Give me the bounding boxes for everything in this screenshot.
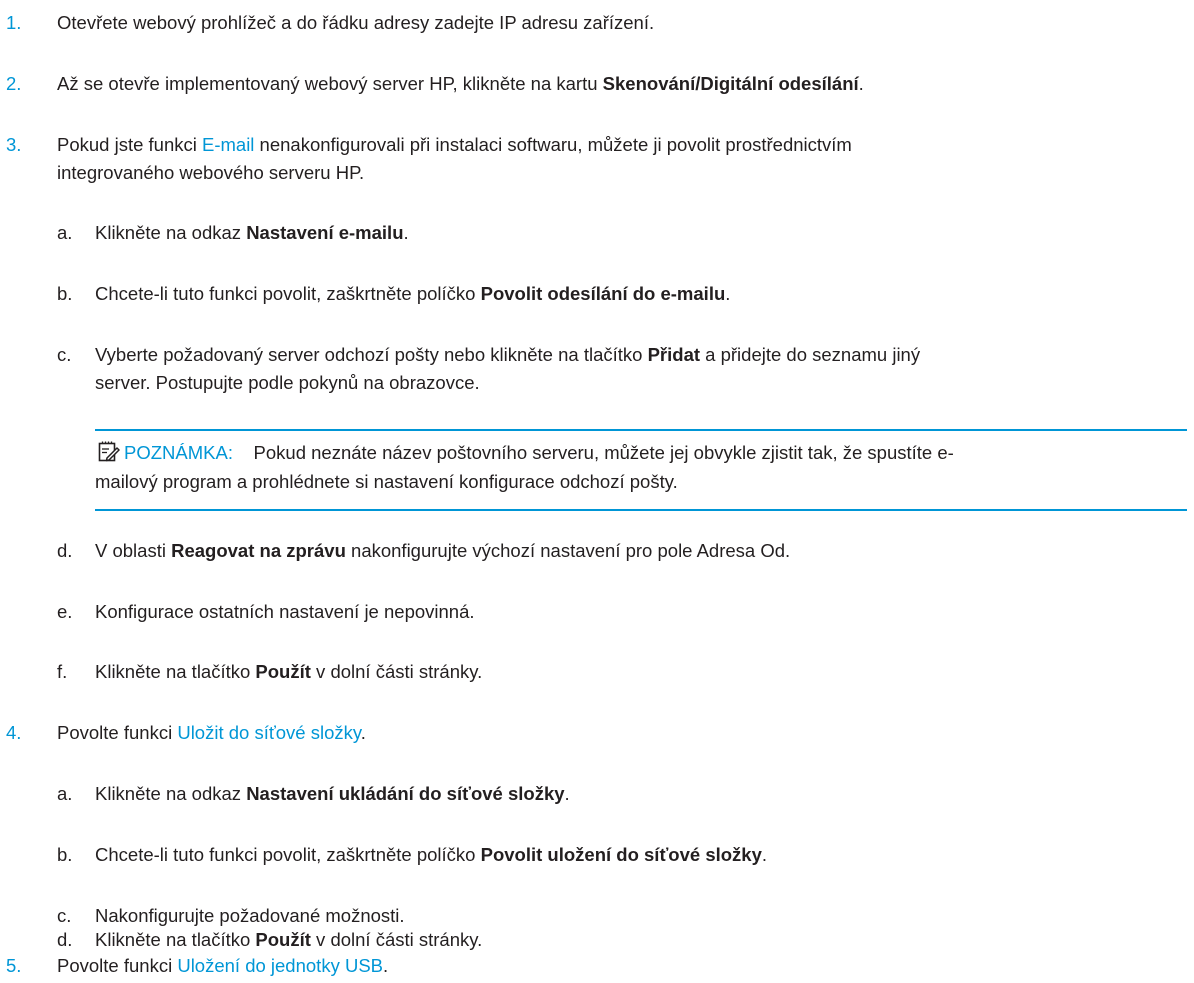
substep-text: Klikněte na tlačítko [95,929,256,950]
substep-letter: a. [57,783,73,804]
substep-letter: c. [57,344,72,365]
step-5-text: Povolte funkci Uložení do jednotky USB. [57,953,388,979]
substep-4d-text: Klikněte na tlačítko Použít v dolní část… [95,927,482,953]
substep-letter: b. [57,283,73,304]
substep-text: Klikněte na odkaz [95,783,247,804]
ui-tab-name: Skenování/Digitální odesílání [602,73,859,94]
network-folder-link[interactable]: Uložit do síťové složky [177,722,360,743]
substep-text: nakonfigurujte výchozí nastavení pro pol… [345,540,791,561]
substep-3b-text: Chcete-li tuto funkci povolit, zaškrtnět… [95,281,730,307]
email-link[interactable]: E-mail [202,134,254,155]
substep-text: . [761,844,768,865]
note-top-rule [95,429,1187,431]
substep-text: . [725,283,731,304]
substep-3c-text-line2: server. Postupujte podle pokynů na obraz… [95,372,480,393]
substep-3a-text: Klikněte na odkaz Nastavení e-mailu. [95,220,409,246]
ui-button-name: Použít [255,929,311,950]
substep-letter: d. [57,929,73,950]
step-2-text: Až se otevře implementovaný webový serve… [57,71,864,97]
substep-4a-text: Klikněte na odkaz Nastavení ukládání do … [95,781,570,807]
substep-text: Klikněte na odkaz [95,222,247,243]
ui-button-name: Použít [255,661,311,682]
substep-3c-text: Vyberte požadovaný server odchozí pošty … [95,342,920,368]
step-text: . [858,73,864,94]
substep-text: Chcete-li tuto funkci povolit, zaškrtnět… [95,844,481,865]
ui-link-name: Nastavení ukládání do síťové složky [246,783,565,804]
ui-link-name: Nastavení e-mailu [246,222,404,243]
step-number: 4. [6,722,22,743]
substep-letter: f. [57,661,68,682]
substep-3e-text: Konfigurace ostatních nastavení je nepov… [95,601,475,622]
substep-letter: b. [57,844,73,865]
step-text: nenakonfigurovali při instalaci softwaru… [254,134,852,155]
ui-button-name: Přidat [647,344,701,365]
substep-letter: a. [57,222,73,243]
step-number: 1. [6,12,22,33]
step-text: . [383,955,389,976]
substep-text: . [564,783,570,804]
substep-text: Vyberte požadovaný server odchozí pošty … [95,344,648,365]
step-text: Povolte funkci [57,722,178,743]
substep-text: v dolní části stránky. [310,929,483,950]
substep-4b-text: Chcete-li tuto funkci povolit, zaškrtnět… [95,842,767,868]
step-3-text-line2: integrovaného webového serveru HP. [57,162,365,183]
ui-checkbox-name: Povolit odesílání do e-mailu [480,283,726,304]
step-text: . [360,722,366,743]
manual-page: { "steps": { "s1": {"num": "1.", "text":… [0,0,1194,983]
step-text: Otevřete webový prohlížeč a do řádku adr… [57,12,655,33]
note-label: POZNÁMKA: [124,442,233,463]
substep-letter: c. [57,905,72,926]
note-pencil-icon [98,441,120,468]
note-line-1: POZNÁMKA: Pokud neznáte název poštovního… [124,440,954,466]
substep-text: . [403,222,409,243]
substep-text: v dolní části stránky. [310,661,483,682]
step-1-text: Otevřete webový prohlížeč a do řádku adr… [57,10,654,36]
note-text: Pokud neznáte název poštovního serveru, … [253,442,954,463]
step-text: Povolte funkci [57,955,178,976]
step-number: 2. [6,73,22,94]
ui-checkbox-name: Povolit uložení do síťové složky [480,844,762,865]
ui-area-name: Reagovat na zprávu [171,540,346,561]
step-3-text: Pokud jste funkci E-mail nenakonfigurova… [57,132,852,158]
step-number: 5. [6,955,22,976]
substep-3d-text: V oblasti Reagovat na zprávu nakonfiguru… [95,538,790,564]
note-line-2: mailový program a prohlédnete si nastave… [95,471,678,492]
substep-letter: d. [57,540,73,561]
step-number: 3. [6,134,22,155]
step-text: Pokud jste funkci [57,134,202,155]
substep-text: V oblasti [95,540,172,561]
step-4-text: Povolte funkci Uložit do síťové složky. [57,720,366,746]
usb-storage-link[interactable]: Uložení do jednotky USB [177,955,383,976]
substep-text: Chcete-li tuto funkci povolit, zaškrtnět… [95,283,481,304]
substep-text: Klikněte na tlačítko [95,661,256,682]
substep-3f-text: Klikněte na tlačítko Použít v dolní část… [95,659,482,685]
substep-4c-text: Nakonfigurujte požadované možnosti. [95,905,405,926]
step-text: Až se otevře implementovaný webový serve… [57,73,603,94]
substep-letter: e. [57,601,73,622]
note-bottom-rule [95,509,1187,511]
substep-text: a přidejte do seznamu jiný [700,344,921,365]
